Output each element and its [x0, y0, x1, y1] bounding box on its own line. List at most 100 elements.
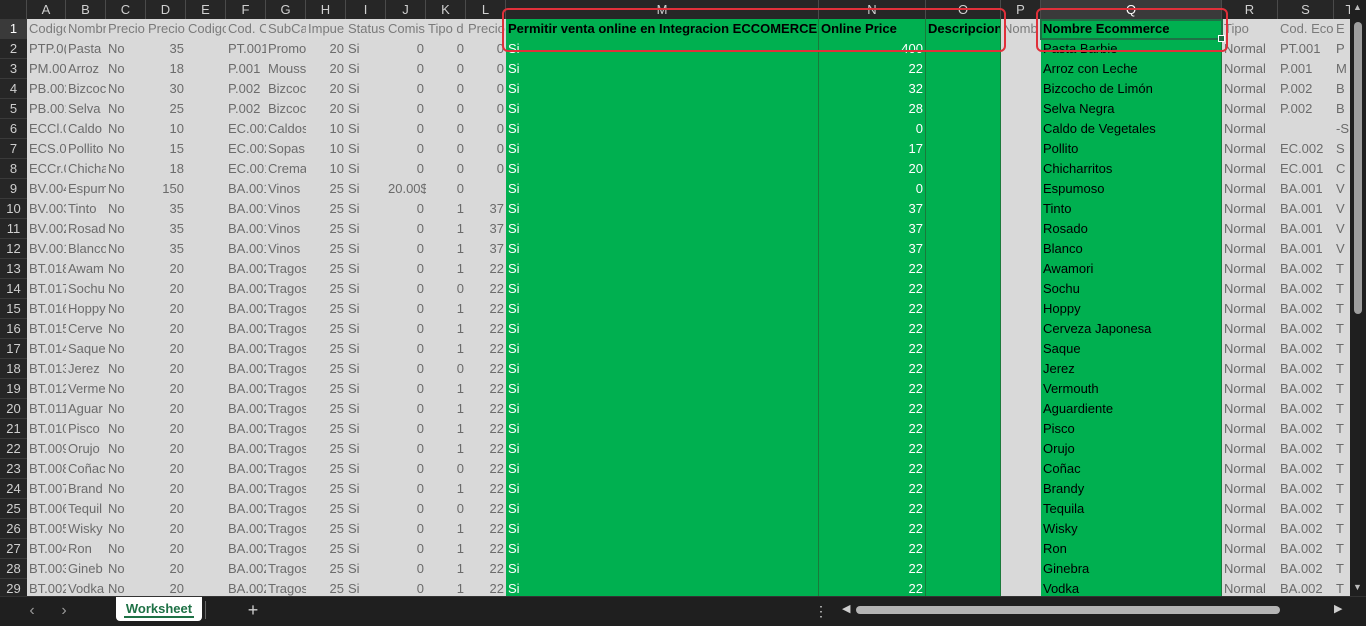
table-cell[interactable]: Tragos	[266, 439, 306, 459]
table-cell[interactable]: No	[106, 419, 146, 439]
table-cell[interactable]: -S	[1334, 119, 1350, 139]
table-cell[interactable]: Selva	[66, 99, 106, 119]
table-cell[interactable]: 0	[466, 159, 506, 179]
table-cell[interactable]: 0	[426, 359, 466, 379]
header-cell[interactable]: Codigo	[27, 19, 66, 39]
table-cell[interactable]: Si	[506, 59, 819, 79]
table-cell[interactable]: Chicharritos	[1041, 159, 1222, 179]
table-cell[interactable]	[1001, 119, 1041, 139]
table-cell[interactable]: 22	[819, 279, 926, 299]
table-cell[interactable]: Si	[346, 259, 386, 279]
table-cell[interactable]: Vinos	[266, 179, 306, 199]
table-cell[interactable]: Si	[346, 359, 386, 379]
header-cell[interactable]: Permitir venta online en Integracion ECC…	[506, 19, 819, 39]
table-cell[interactable]: V	[1334, 219, 1350, 239]
table-cell[interactable]	[926, 219, 1001, 239]
row-header[interactable]: 22	[0, 439, 27, 459]
table-cell[interactable]: 20	[146, 559, 186, 579]
table-cell[interactable]: 20	[306, 39, 346, 59]
table-cell[interactable]: Si	[506, 519, 819, 539]
table-cell[interactable]: Tragos	[266, 559, 306, 579]
table-cell[interactable]: T	[1334, 579, 1350, 596]
table-cell[interactable]	[186, 179, 226, 199]
table-cell[interactable]: Si	[346, 419, 386, 439]
table-cell[interactable]: Pasta Barbie	[1041, 39, 1222, 59]
table-cell[interactable]: 0	[426, 59, 466, 79]
table-cell[interactable]: Si	[346, 459, 386, 479]
table-cell[interactable]	[1001, 499, 1041, 519]
table-cell[interactable]: 1	[426, 299, 466, 319]
table-cell[interactable]: Si	[506, 99, 819, 119]
table-cell[interactable]: 0	[426, 499, 466, 519]
table-cell[interactable]: 25	[306, 399, 346, 419]
row-header[interactable]: 1	[0, 19, 27, 39]
table-cell[interactable]: 1	[426, 259, 466, 279]
table-cell[interactable]: Arroz	[66, 59, 106, 79]
table-cell[interactable]: T	[1334, 299, 1350, 319]
table-cell[interactable]: Si	[346, 399, 386, 419]
table-cell[interactable]: BA.002	[226, 419, 266, 439]
table-cell[interactable]: 0	[466, 39, 506, 59]
table-cell[interactable]: 25	[306, 479, 346, 499]
table-cell[interactable]: Si	[506, 139, 819, 159]
table-cell[interactable]: T	[1334, 399, 1350, 419]
table-cell[interactable]: P.001	[1278, 59, 1334, 79]
vertical-scrollbar[interactable]: ▲ ▼	[1350, 0, 1366, 596]
table-cell[interactable]: 0	[426, 459, 466, 479]
table-cell[interactable]: Si	[346, 519, 386, 539]
table-cell[interactable]: BA.002	[226, 319, 266, 339]
header-cell[interactable]: Tipo	[1222, 19, 1278, 39]
table-cell[interactable]: BA.001	[226, 239, 266, 259]
table-cell[interactable]: C	[1334, 159, 1350, 179]
table-cell[interactable]: No	[106, 479, 146, 499]
table-cell[interactable]: 20	[819, 159, 926, 179]
table-cell[interactable]: 22	[819, 259, 926, 279]
table-cell[interactable]: BA.001	[1278, 179, 1334, 199]
table-cell[interactable]: 25	[306, 439, 346, 459]
table-cell[interactable]: BT.017	[27, 279, 66, 299]
table-cell[interactable]: BA.002	[1278, 459, 1334, 479]
table-cell[interactable]: EC.001	[226, 159, 266, 179]
table-cell[interactable]	[186, 439, 226, 459]
table-cell[interactable]: 22	[466, 319, 506, 339]
table-cell[interactable]: BA.002	[1278, 419, 1334, 439]
table-cell[interactable]: Normal	[1222, 339, 1278, 359]
horizontal-scrollbar[interactable]: ◀ ▶	[840, 600, 1348, 620]
horizontal-scroll-thumb[interactable]	[856, 606, 1280, 614]
table-cell[interactable]: 22	[466, 459, 506, 479]
table-cell[interactable]: 20	[146, 359, 186, 379]
table-cell[interactable]: BT.010	[27, 419, 66, 439]
table-cell[interactable]: 1	[426, 559, 466, 579]
table-cell[interactable]: BV.004	[27, 179, 66, 199]
table-cell[interactable]: No	[106, 99, 146, 119]
table-cell[interactable]: Si	[506, 259, 819, 279]
table-cell[interactable]: P.001	[226, 59, 266, 79]
table-cell[interactable]: Normal	[1222, 539, 1278, 559]
table-cell[interactable]: 1	[426, 399, 466, 419]
table-cell[interactable]: Sochu	[1041, 279, 1222, 299]
table-cell[interactable]: BT.004	[27, 539, 66, 559]
table-cell[interactable]: 1	[426, 339, 466, 359]
table-cell[interactable]	[186, 539, 226, 559]
table-cell[interactable]: BV.003	[27, 199, 66, 219]
table-cell[interactable]	[186, 59, 226, 79]
column-header-q[interactable]: Q	[1041, 0, 1222, 19]
table-cell[interactable]	[926, 319, 1001, 339]
table-cell[interactable]: Saque	[66, 339, 106, 359]
table-cell[interactable]: BA.002	[1278, 439, 1334, 459]
row-header[interactable]: 28	[0, 559, 27, 579]
column-header-f[interactable]: F	[226, 0, 266, 19]
table-cell[interactable]: Si	[506, 119, 819, 139]
column-header-n[interactable]: N	[819, 0, 926, 19]
table-cell[interactable]: No	[106, 279, 146, 299]
table-cell[interactable]: Selva Negra	[1041, 99, 1222, 119]
table-cell[interactable]: 1	[426, 519, 466, 539]
table-cell[interactable]	[926, 479, 1001, 499]
table-cell[interactable]: P.002	[226, 99, 266, 119]
scroll-right-icon[interactable]: ▶	[1334, 602, 1342, 615]
table-cell[interactable]: 0	[386, 539, 426, 559]
table-cell[interactable]: BT.007	[27, 479, 66, 499]
table-cell[interactable]: 0	[386, 39, 426, 59]
table-cell[interactable]: ECCl.0	[27, 119, 66, 139]
table-cell[interactable]: Tequila	[1041, 499, 1222, 519]
